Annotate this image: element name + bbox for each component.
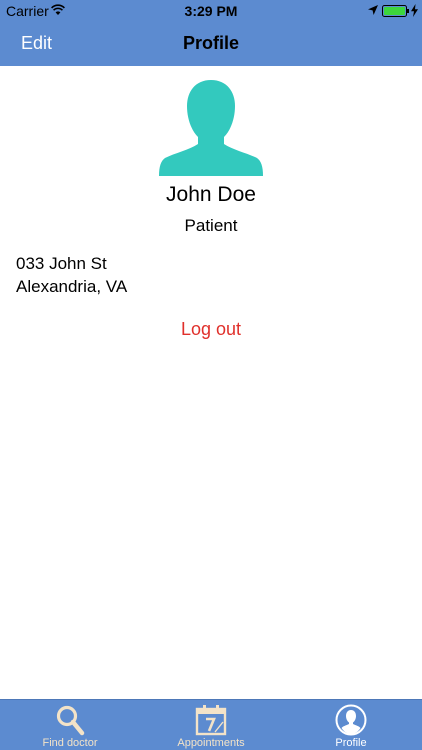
magnifier-icon <box>56 705 85 736</box>
logout-button[interactable]: Log out <box>0 319 422 340</box>
tab-appointments[interactable]: Appointments <box>160 700 262 750</box>
tab-profile-label: Profile <box>335 737 367 749</box>
tab-find-doctor[interactable]: Find doctor <box>21 700 119 750</box>
profile-circle-icon <box>335 704 367 736</box>
location-arrow-icon <box>368 5 378 15</box>
avatar-icon <box>159 80 263 176</box>
profile-role: Patient <box>184 216 238 235</box>
navigation-header: Carrier 3:29 PM Edit Profile <box>0 0 422 66</box>
tab-appointments-label: Appointments <box>177 737 245 749</box>
tab-find-doctor-label: Find doctor <box>42 737 98 749</box>
address-line-1: 033 John St <box>16 254 107 273</box>
profile-name: John Doe <box>166 183 256 206</box>
charging-bolt-icon <box>411 4 418 17</box>
page-title: Profile <box>182 33 239 53</box>
status-time: 3:29 PM <box>184 3 238 19</box>
status-bar: Carrier 3:29 PM <box>0 0 422 22</box>
calendar-icon <box>195 705 227 736</box>
tab-bar: Find doctor Appointments Profile <box>0 699 422 750</box>
tab-profile[interactable]: Profile <box>310 700 392 750</box>
address-line-2: Alexandria, VA <box>16 277 128 296</box>
battery-icon <box>382 5 409 17</box>
